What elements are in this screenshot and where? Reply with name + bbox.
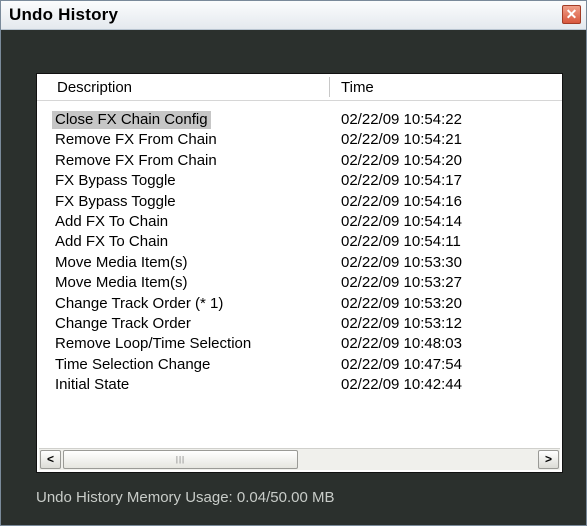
- list-item[interactable]: Move Media Item(s) 02/22/09 10:53:30: [37, 253, 562, 273]
- row-description: Remove FX From Chain: [55, 151, 217, 169]
- row-time: 02/22/09 10:54:17: [341, 172, 462, 190]
- row-description: FX Bypass Toggle: [55, 192, 176, 210]
- list-item[interactable]: FX Bypass Toggle 02/22/09 10:54:16: [37, 192, 562, 212]
- memory-usage-status: Undo History Memory Usage: 0.04/50.00 MB: [36, 489, 335, 506]
- list-item[interactable]: Change Track Order (* 1) 02/22/09 10:53:2…: [37, 294, 562, 314]
- row-time: 02/22/09 10:47:54: [341, 355, 462, 373]
- horizontal-scrollbar[interactable]: < ||| >: [39, 448, 560, 470]
- scroll-right-button[interactable]: >: [538, 450, 559, 469]
- row-time: 02/22/09 10:54:21: [341, 131, 462, 149]
- row-time: 02/22/09 10:53:20: [341, 294, 462, 312]
- row-description: Move Media Item(s): [55, 274, 188, 292]
- row-time: 02/22/09 10:54:20: [341, 151, 462, 169]
- list-item[interactable]: Close FX Chain Config 02/22/09 10:54:22: [37, 110, 562, 130]
- row-description: Change Track Order (* 1): [55, 294, 224, 312]
- arrow-left-icon: <: [46, 452, 54, 466]
- row-time: 02/22/09 10:54:14: [341, 212, 462, 230]
- row-description: Remove Loop/Time Selection: [55, 335, 252, 353]
- row-description: FX Bypass Toggle: [55, 172, 176, 190]
- list-rows: Close FX Chain Config 02/22/09 10:54:22 Re…: [37, 110, 562, 395]
- row-time: 02/22/09 10:42:44: [341, 376, 462, 394]
- list-item[interactable]: FX Bypass Toggle 02/22/09 10:54:17: [37, 171, 562, 191]
- row-time: 02/22/09 10:54:11: [341, 233, 461, 251]
- list-item[interactable]: Remove FX From Chain 02/22/09 10:54:20: [37, 151, 562, 171]
- row-time: 02/22/09 10:53:27: [341, 274, 462, 292]
- title-bar[interactable]: Undo History ✕: [1, 1, 586, 30]
- row-time: 02/22/09 10:54:16: [341, 192, 462, 210]
- undo-history-window: Undo History ✕ Description Time Close FX…: [0, 0, 587, 526]
- list-item[interactable]: Change Track Order 02/22/09 10:53:12: [37, 314, 562, 334]
- list-item[interactable]: Add FX To Chain 02/22/09 10:54:14: [37, 212, 562, 232]
- arrow-right-icon: >: [544, 452, 552, 466]
- column-divider[interactable]: [329, 77, 330, 97]
- list-item[interactable]: Remove FX From Chain 02/22/09 10:54:21: [37, 130, 562, 150]
- row-description: Change Track Order: [55, 314, 191, 332]
- row-time: 02/22/09 10:53:12: [341, 314, 462, 332]
- row-description: Initial State: [55, 376, 130, 394]
- close-icon: ✕: [565, 6, 578, 22]
- row-description: Add FX To Chain: [55, 212, 169, 230]
- list-item[interactable]: Add FX To Chain 02/22/09 10:54:11: [37, 232, 562, 252]
- row-time: 02/22/09 10:53:30: [341, 253, 462, 271]
- scroll-thumb[interactable]: |||: [63, 450, 298, 469]
- column-header-description[interactable]: Description: [57, 79, 132, 96]
- row-description: Time Selection Change: [55, 355, 211, 373]
- list-item[interactable]: Time Selection Change 02/22/09 10:47:54: [37, 355, 562, 375]
- list-item[interactable]: Move Media Item(s) 02/22/09 10:53:27: [37, 273, 562, 293]
- row-time: 02/22/09 10:54:22: [341, 111, 462, 128]
- row-description: Move Media Item(s): [55, 253, 188, 271]
- list-item[interactable]: Initial State 02/22/09 10:42:44: [37, 375, 562, 395]
- list-item[interactable]: Remove Loop/Time Selection 02/22/09 10:48…: [37, 334, 562, 354]
- row-description: Remove FX From Chain: [55, 131, 217, 149]
- row-time: 02/22/09 10:48:03: [341, 335, 462, 353]
- close-button[interactable]: ✕: [562, 5, 581, 24]
- grip-icon: |||: [175, 455, 186, 464]
- window-title: Undo History: [9, 5, 119, 24]
- scroll-left-button[interactable]: <: [40, 450, 61, 469]
- column-header-time[interactable]: Time: [341, 79, 374, 96]
- row-description: Close FX Chain Config: [52, 111, 211, 129]
- row-description: Add FX To Chain: [55, 233, 169, 251]
- undo-history-list[interactable]: Description Time Close FX Chain Config 02…: [36, 73, 563, 473]
- list-header: Description Time: [37, 74, 562, 101]
